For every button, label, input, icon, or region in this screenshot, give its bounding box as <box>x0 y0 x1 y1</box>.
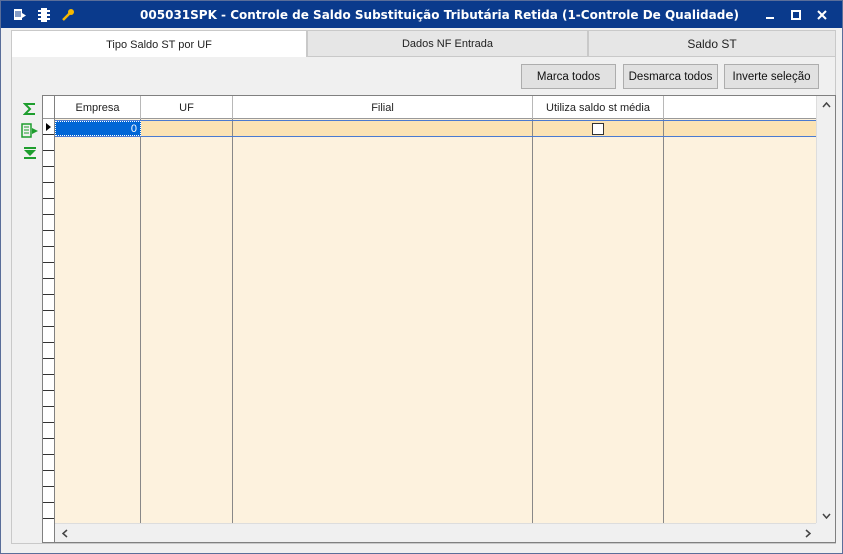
tab-panel: Marca todos Desmarca todos Inverte seleç… <box>11 57 836 544</box>
export-grid-icon[interactable] <box>20 121 40 141</box>
cell-utiliza-saldo-st-media[interactable] <box>533 121 664 136</box>
column-header-filial[interactable]: Filial <box>233 96 533 119</box>
tab-saldo-st[interactable]: Saldo ST <box>588 30 836 57</box>
minimize-button[interactable] <box>758 5 782 25</box>
grid-header: Empresa UF Filial Utiliza saldo st média <box>55 96 817 119</box>
row-indicator-column <box>43 96 55 542</box>
scroll-up-icon[interactable] <box>817 96 835 113</box>
unmark-all-button[interactable]: Desmarca todos <box>623 64 718 89</box>
grid-side-toolbar <box>20 99 42 165</box>
column-header-empty <box>664 96 817 119</box>
cell-empty <box>664 121 817 136</box>
data-grid[interactable]: Empresa UF Filial Utiliza saldo st média… <box>42 95 836 543</box>
cell-empresa[interactable]: 0 <box>55 121 141 136</box>
sum-icon[interactable] <box>20 99 40 119</box>
traffic-light-icon[interactable] <box>35 6 53 24</box>
tab-dados-nf-entrada[interactable]: Dados NF Entrada <box>307 30 588 57</box>
vertical-scrollbar[interactable] <box>816 96 835 524</box>
scroll-left-icon[interactable] <box>55 525 74 542</box>
current-row-pointer <box>43 119 54 135</box>
utiliza-saldo-checkbox[interactable] <box>592 122 604 135</box>
form-export-icon[interactable] <box>11 6 29 24</box>
column-header-uf[interactable]: UF <box>141 96 233 119</box>
maximize-button[interactable] <box>784 5 808 25</box>
title-bar: 005031SPK - Controle de Saldo Substituiç… <box>1 1 842 28</box>
tab-tipo-saldo-st-por-uf[interactable]: Tipo Saldo ST por UF <box>11 30 307 58</box>
cell-filial[interactable] <box>233 121 533 136</box>
table-row[interactable]: 0 <box>55 120 817 137</box>
app-window: 005031SPK - Controle de Saldo Substituiç… <box>0 0 843 554</box>
scroll-down-icon[interactable] <box>817 507 835 524</box>
grid-columns <box>55 119 817 524</box>
mark-all-button[interactable]: Marca todos <box>521 64 616 89</box>
scroll-corner <box>816 523 835 542</box>
window-title: 005031SPK - Controle de Saldo Substituiç… <box>140 7 739 22</box>
scroll-right-icon[interactable] <box>798 525 817 542</box>
invert-selection-button[interactable]: Inverte seleção <box>724 64 819 89</box>
tab-bar: Tipo Saldo ST por UF Dados NF Entrada Sa… <box>11 30 836 58</box>
filter-icon[interactable] <box>20 143 40 163</box>
wrench-icon[interactable] <box>59 6 77 24</box>
horizontal-scrollbar[interactable] <box>55 523 817 542</box>
close-button[interactable] <box>810 5 834 25</box>
column-header-utiliza-saldo-st-media[interactable]: Utiliza saldo st média <box>533 96 664 119</box>
cell-uf[interactable] <box>141 121 233 136</box>
column-header-empresa[interactable]: Empresa <box>55 96 141 119</box>
